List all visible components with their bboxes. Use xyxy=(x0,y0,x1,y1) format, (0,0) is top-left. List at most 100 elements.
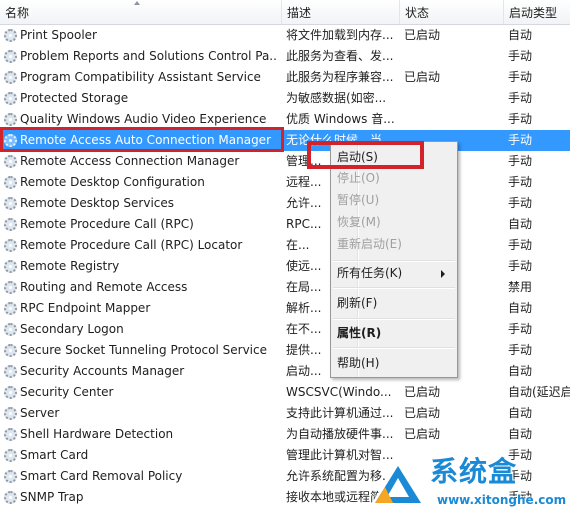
service-startup-type: 手动 xyxy=(508,175,533,189)
service-startup-type: 手动 xyxy=(508,322,533,336)
service-status: 已启动 xyxy=(404,406,441,420)
service-description: 将文件加载到内存... xyxy=(286,28,394,42)
column-header-description[interactable]: 描述 xyxy=(282,0,400,24)
service-gear-icon xyxy=(4,323,17,336)
service-description: 此服务为程序兼容... xyxy=(286,70,394,84)
service-row[interactable]: Problem Reports and Solutions Control Pa… xyxy=(0,46,570,67)
menu-separator xyxy=(333,318,455,320)
service-row[interactable]: Server 支持此计算机通过... 已启动 自动 xyxy=(0,403,570,424)
service-status: 已启动 xyxy=(404,70,441,84)
service-name: Print Spooler xyxy=(20,28,97,42)
service-row[interactable]: Routing and Remote Access 在局... 禁用 xyxy=(0,277,570,298)
service-name: Program Compatibility Assistant Service xyxy=(20,70,261,84)
service-name: Protected Storage xyxy=(20,91,129,105)
service-startup-type: 自动 xyxy=(508,364,533,378)
service-row[interactable]: Print Spooler 将文件加载到内存... 已启动 自动 xyxy=(0,25,570,46)
service-startup-type: 手动 xyxy=(508,91,533,105)
service-row[interactable]: Security Accounts Manager 启动... 自动 xyxy=(0,361,570,382)
column-header-name[interactable]: 名称 xyxy=(0,0,282,24)
service-name: Secondary Logon xyxy=(20,322,124,336)
menu-item-help[interactable]: 帮助(H) xyxy=(337,353,453,374)
service-name: Remote Procedure Call (RPC) Locator xyxy=(20,238,243,252)
service-status: 已启动 xyxy=(404,427,441,441)
service-startup-type: 自动 xyxy=(508,28,533,42)
column-header-status[interactable]: 状态 xyxy=(400,0,504,24)
service-gear-icon xyxy=(4,113,17,126)
service-row[interactable]: Remote Procedure Call (RPC) Locator 在...… xyxy=(0,235,570,256)
start-item-annotation xyxy=(307,141,424,169)
service-gear-icon xyxy=(4,449,17,462)
service-gear-icon xyxy=(4,29,17,42)
service-gear-icon xyxy=(4,365,17,378)
menu-separator xyxy=(333,287,455,289)
service-row[interactable]: Protected Storage 为敏感数据(如密... 手动 xyxy=(0,88,570,109)
service-description: 为自动播放硬件事... xyxy=(286,427,394,441)
service-row[interactable]: Remote Procedure Call (RPC) RPC... 自动 xyxy=(0,214,570,235)
service-startup-type: 手动 xyxy=(508,154,533,168)
service-startup-type: 自动 xyxy=(508,427,533,441)
service-gear-icon xyxy=(4,92,17,105)
menu-item-all-tasks[interactable]: 所有任务(K) xyxy=(337,263,453,284)
watermark-brand: 系统盒 xyxy=(430,455,518,488)
service-name: Routing and Remote Access xyxy=(20,280,188,294)
service-startup-type: 自动(延迟启 xyxy=(508,385,570,399)
service-name: Remote Registry xyxy=(20,259,120,273)
service-row[interactable]: Secondary Logon 在不... 手动 xyxy=(0,319,570,340)
service-name: Smart Card Removal Policy xyxy=(20,469,183,483)
service-gear-icon xyxy=(4,71,17,84)
service-gear-icon xyxy=(4,176,17,189)
menu-item-pause: 暂停(U) xyxy=(337,193,380,207)
service-description: 此服务为查看、发... xyxy=(286,49,394,63)
service-row[interactable]: Remote Access Connection Manager 管理... 手… xyxy=(0,151,570,172)
service-status xyxy=(404,109,504,130)
service-row[interactable]: Remote Desktop Configuration 远程... 手动 xyxy=(0,172,570,193)
context-menu: 启动(S) 停止(O) 暂停(U) 恢复(M) 重新启动(E) 所有任务(K) … xyxy=(330,141,458,378)
service-description: 为敏感数据(如密... xyxy=(286,91,387,105)
service-row[interactable]: Security Center WSCSVC(Windo... 已启动 自动(延… xyxy=(0,382,570,403)
sort-ascending-icon xyxy=(134,1,140,5)
service-gear-icon xyxy=(4,428,17,441)
service-gear-icon xyxy=(4,470,17,483)
menu-item-properties[interactable]: 属性(R) xyxy=(337,323,453,344)
menu-item-resume: 恢复(M) xyxy=(337,215,381,229)
service-name: Security Center xyxy=(20,385,114,399)
service-gear-icon xyxy=(4,197,17,210)
service-status xyxy=(404,88,504,109)
service-gear-icon xyxy=(4,302,17,315)
service-row[interactable]: Remote Registry 使远... 手动 xyxy=(0,256,570,277)
service-description: 优质 Windows 音... xyxy=(286,112,395,126)
service-gear-icon xyxy=(4,50,17,63)
watermark-url: www.xitonghe.com xyxy=(437,493,567,507)
service-gear-icon xyxy=(4,407,17,420)
service-startup-type: 手动 xyxy=(508,259,533,273)
service-status xyxy=(404,46,504,67)
service-row[interactable]: Shell Hardware Detection 为自动播放硬件事... 已启动… xyxy=(0,424,570,445)
menu-item-restart: 重新启动(E) xyxy=(337,237,402,251)
service-gear-icon xyxy=(4,260,17,273)
service-description: 支持此计算机通过... xyxy=(286,406,394,420)
column-header-startup-type[interactable]: 启动类型 xyxy=(504,0,570,24)
service-name: Shell Hardware Detection xyxy=(20,427,174,441)
service-row[interactable]: Remote Desktop Services 允许... 手动 xyxy=(0,193,570,214)
service-status: 已启动 xyxy=(404,28,441,42)
service-name: Remote Desktop Services xyxy=(20,196,175,210)
service-gear-icon xyxy=(4,344,17,357)
service-name: Security Accounts Manager xyxy=(20,364,185,378)
service-gear-icon xyxy=(4,386,17,399)
menu-item-stop: 停止(O) xyxy=(337,171,380,185)
service-gear-icon xyxy=(4,218,17,231)
service-name: SNMP Trap xyxy=(20,490,84,504)
service-name: Problem Reports and Solutions Control Pa… xyxy=(20,49,278,63)
service-startup-type: 自动 xyxy=(508,406,533,420)
service-row[interactable]: Program Compatibility Assistant Service … xyxy=(0,67,570,88)
service-row[interactable]: RPC Endpoint Mapper 解析... 自动 xyxy=(0,298,570,319)
service-name: Remote Access Connection Manager xyxy=(20,154,240,168)
service-gear-icon xyxy=(4,281,17,294)
service-gear-icon xyxy=(4,491,17,504)
service-row[interactable]: Secure Socket Tunneling Protocol Service… xyxy=(0,340,570,361)
service-name: Smart Card xyxy=(20,448,89,462)
service-description: WSCSVC(Windo... xyxy=(286,385,392,399)
service-startup-type: 手动 xyxy=(508,133,533,147)
menu-item-refresh[interactable]: 刷新(F) xyxy=(337,293,453,314)
service-name: Secure Socket Tunneling Protocol Service xyxy=(20,343,267,357)
